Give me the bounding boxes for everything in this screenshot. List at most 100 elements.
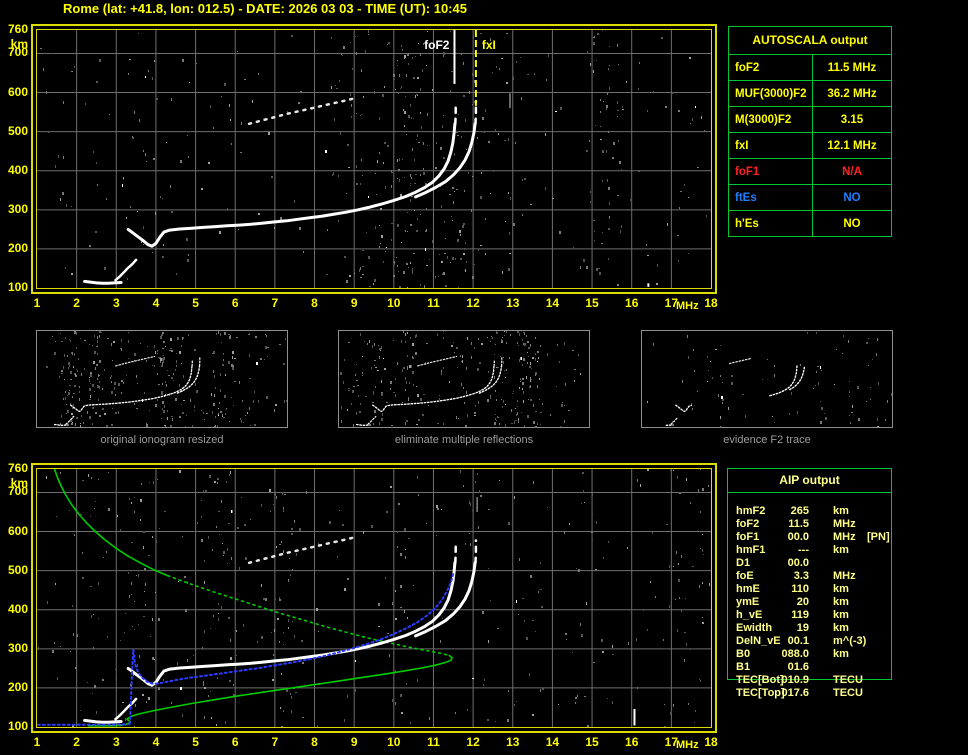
thumbnail-eliminate-reflections: eliminate multiple reflections xyxy=(338,330,590,450)
aip-row: hmF2 265 km xyxy=(727,505,892,518)
y-tick-label: 760 xyxy=(7,461,28,475)
aip-param-value: 00.1 xyxy=(787,635,809,647)
thumbnail-canvas xyxy=(46,331,287,429)
aip-row: hmF1 --- km xyxy=(727,544,892,557)
thumbnail-frame xyxy=(338,330,590,429)
autoscala-row-value: 3.15 xyxy=(840,113,864,126)
aip-param-name: ymE xyxy=(736,596,760,608)
x-tick-label: 16 xyxy=(625,735,639,749)
x-tick-label: 2 xyxy=(73,735,80,749)
aip-param-name: foF1 xyxy=(736,531,760,543)
plot-inner-bottom xyxy=(36,468,712,728)
svg-text:fxI: fxI xyxy=(482,38,496,52)
aip-param-unit: m^(-3) xyxy=(833,635,867,647)
x-tick-label: 14 xyxy=(545,296,560,310)
y-tick-label: 300 xyxy=(7,640,28,655)
autoscala-row-label: MUF(3000)F2 xyxy=(729,81,813,106)
y-tick-label: 600 xyxy=(7,523,28,538)
aip-param-value: 19 xyxy=(796,622,809,634)
aip-param-name: B0 xyxy=(736,648,751,660)
autoscala-row-value: 36.2 MHz xyxy=(827,87,877,100)
x-tick-label: 8 xyxy=(311,296,318,310)
x-tick-label: 9 xyxy=(350,735,358,749)
x-tick-label: 11 xyxy=(427,735,440,749)
autoscala-row: foF2 11.5 MHz xyxy=(729,54,891,80)
autoscala-output-panel: AUTOSCALA output foF2 11.5 MHz MUF(3000)F2… xyxy=(728,26,892,237)
aip-param-unit: km xyxy=(833,505,849,517)
aip-row: DelN_vE 00.1 m^(-3) xyxy=(727,635,892,648)
x-axis-unit-label: MHz xyxy=(675,300,699,312)
aip-param-unit: TECU xyxy=(833,687,863,699)
x-tick-label: 8 xyxy=(311,735,318,749)
autoscala-row-label: h'Es xyxy=(729,211,813,236)
autoscala-panel-header: AUTOSCALA output xyxy=(752,33,868,47)
autoscala-row-value: NO xyxy=(843,191,861,204)
x-tick-label: 15 xyxy=(585,735,599,749)
autoscala-row: fxI 12.1 MHz xyxy=(729,132,891,158)
x-tick-label: 10 xyxy=(387,296,401,310)
x-axis-unit-label: MHz xyxy=(675,739,699,751)
svg-text:foF2: foF2 xyxy=(424,38,450,52)
y-axis-unit-label: km xyxy=(10,476,28,490)
y-tick-label: 100 xyxy=(7,719,28,733)
y-tick-label: 200 xyxy=(7,240,28,255)
aip-param-unit: km xyxy=(833,609,849,621)
x-tick-label: 7 xyxy=(271,296,279,310)
autoscala-row-label: foF2 xyxy=(729,55,813,80)
x-tick-label: 10 xyxy=(387,735,401,749)
aip-row: B1 01.6 xyxy=(727,661,892,674)
y-tick-label: 600 xyxy=(7,84,28,99)
plot-inner-top: foF2 fxI xyxy=(36,29,712,289)
thumbnail-evidence-f2-trace: evidence F2 trace xyxy=(641,330,893,450)
aip-output-panel: AIP output hmF2 265 km foF2 11.5 MHz foF1 00.0 M… xyxy=(727,468,892,702)
thumbnail-canvas xyxy=(340,331,581,429)
y-tick-label: 500 xyxy=(7,123,28,138)
x-tick-label: 12 xyxy=(466,735,480,749)
aip-param-value: 3.3 xyxy=(793,570,809,582)
thumbnail-canvas xyxy=(647,332,893,428)
thumbnail-frame xyxy=(36,330,288,429)
aip-param-name: D1 xyxy=(736,557,751,569)
aip-row: foF2 11.5 MHz xyxy=(727,518,892,531)
thumbnail-caption: evidence F2 trace xyxy=(723,434,811,446)
x-tick-label: 1 xyxy=(33,296,41,310)
y-axis-unit-label: km xyxy=(10,37,28,51)
aip-param-unit: MHz xyxy=(833,531,856,543)
x-tick-label: 11 xyxy=(427,296,440,310)
aip-param-name: foE xyxy=(736,570,754,582)
autoscala-screen: Rome (lat: +41.8, lon: 012.5) - DATE: 20… xyxy=(0,0,968,755)
x-tick-label: 13 xyxy=(506,735,520,749)
autoscala-row-value: 11.5 MHz xyxy=(827,61,877,74)
x-tick-label: 14 xyxy=(545,735,560,749)
x-tick-label: 16 xyxy=(625,296,639,310)
autoscala-row-label: M(3000)F2 xyxy=(729,107,813,132)
x-tick-label: 4 xyxy=(152,296,160,310)
y-tick-label: 200 xyxy=(7,679,28,694)
autoscala-row-value: N/A xyxy=(842,165,862,178)
aip-param-value: 119 xyxy=(791,609,809,621)
plot-frame-bottom xyxy=(31,463,717,733)
aip-row: h_vE 119 km xyxy=(727,609,892,622)
autoscala-row: h'Es NO xyxy=(729,210,891,236)
autoscala-row: M(3000)F2 3.15 xyxy=(729,106,891,132)
autoscala-row: ftEs NO xyxy=(729,184,891,210)
y-tick-label: 300 xyxy=(7,201,28,216)
aip-param-note: [PN] xyxy=(867,531,890,543)
page-title: Rome (lat: +41.8, lon: 012.5) - DATE: 20… xyxy=(63,1,467,16)
aip-param-value: 20 xyxy=(796,596,809,608)
x-tick-label: 6 xyxy=(231,296,239,310)
x-tick-label: 1 xyxy=(33,735,41,749)
thumbnail-caption: eliminate multiple reflections xyxy=(394,434,534,446)
aip-row: Ewidth 19 km xyxy=(727,622,892,635)
x-tick-label: 18 xyxy=(704,296,718,310)
plot-frame-top: foF2 fxI xyxy=(31,24,717,294)
autoscala-row-value: NO xyxy=(843,217,861,230)
aip-param-value: --- xyxy=(798,544,809,556)
aip-param-value: 01.6 xyxy=(787,661,809,673)
thumbnail-original-ionogram: original ionogram resized xyxy=(36,330,288,450)
x-tick-label: 3 xyxy=(112,296,120,310)
x-tick-label: 13 xyxy=(506,296,520,310)
aip-param-value: 110 xyxy=(791,583,809,595)
aip-param-unit: km xyxy=(833,622,849,634)
aip-row: hmE 110 km xyxy=(727,583,892,596)
